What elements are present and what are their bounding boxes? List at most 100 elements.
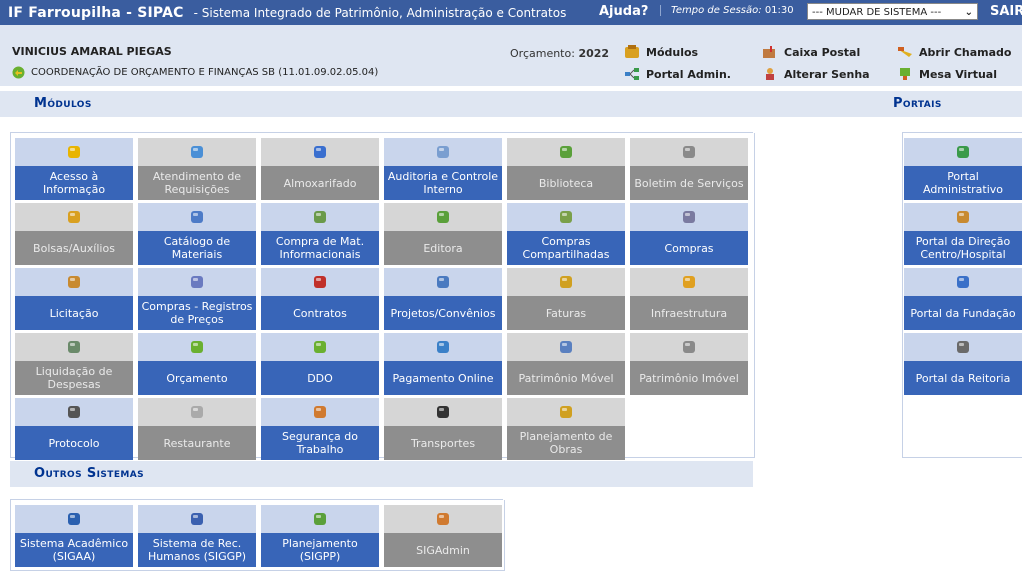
- tile-label: Compras Compartilhadas: [507, 231, 625, 265]
- module-tile[interactable]: Compras Compartilhadas: [507, 203, 625, 265]
- portal-tile[interactable]: Portal Administrativo: [904, 138, 1022, 200]
- module-tile[interactable]: Transportes: [384, 398, 502, 460]
- module-tile[interactable]: Licitação: [15, 268, 133, 330]
- module-tile[interactable]: Acesso à Informação: [15, 138, 133, 200]
- unit-change-icon[interactable]: [12, 66, 25, 79]
- tile-icon-area: [261, 203, 379, 231]
- tile-icon-area: [384, 333, 502, 361]
- quick-link-virtual-desk[interactable]: Mesa Virtual: [897, 67, 997, 81]
- change-system-select[interactable]: --- MUDAR DE SISTEMA --- ⌄: [807, 3, 978, 20]
- tile-icon-area: [138, 138, 256, 166]
- quick-link-label: Abrir Chamado: [919, 45, 1012, 59]
- directors-icon: [954, 208, 972, 226]
- tile-label: Auditoria e Controle Interno: [384, 166, 502, 200]
- module-tile[interactable]: Planejamento de Obras: [507, 398, 625, 460]
- tile-icon-area: [384, 138, 502, 166]
- module-tile[interactable]: Patrimônio Móvel: [507, 333, 625, 395]
- portal-tile[interactable]: Portal da Direção Centro/Hospital: [904, 203, 1022, 265]
- wheel-icon: [434, 403, 452, 421]
- tile-label: Infraestrutura: [630, 296, 748, 330]
- tile-label: Almoxarifado: [261, 166, 379, 200]
- budget-year: Orçamento: 2022: [510, 47, 609, 60]
- module-tile[interactable]: Infraestrutura: [630, 268, 748, 330]
- online-payment-icon: [434, 338, 452, 356]
- globe-icon: [954, 273, 972, 291]
- module-tile[interactable]: Boletim de Serviços: [630, 138, 748, 200]
- module-tile[interactable]: Auditoria e Controle Interno: [384, 138, 502, 200]
- module-tile[interactable]: Patrimônio Imóvel: [630, 333, 748, 395]
- tile-icon-area: [138, 505, 256, 533]
- budget-label: Orçamento:: [510, 47, 575, 60]
- user-name: VINICIUS AMARAL PIEGAS: [12, 45, 172, 58]
- cup-icon: [188, 403, 206, 421]
- module-tile[interactable]: Faturas: [507, 268, 625, 330]
- quick-link-change-password[interactable]: Alterar Senha: [762, 67, 870, 81]
- quick-link-mailbox[interactable]: Caixa Postal: [762, 45, 860, 59]
- tile-icon-area: [138, 333, 256, 361]
- admin-network-icon: [954, 143, 972, 161]
- session-value: 01:30: [764, 5, 794, 16]
- tile-label: Portal da Reitoria: [904, 361, 1022, 395]
- tile-label: Liquidação de Despesas: [15, 361, 133, 395]
- module-tile[interactable]: Protocolo: [15, 398, 133, 460]
- quick-link-modules[interactable]: Módulos: [624, 45, 698, 59]
- tile-label: Bolsas/Auxílios: [15, 231, 133, 265]
- tile-icon-area: [261, 333, 379, 361]
- safety-worker-icon: [311, 403, 329, 421]
- rector-icon: [954, 338, 972, 356]
- contract-pen-icon: [311, 273, 329, 291]
- module-tile[interactable]: Compras: [630, 203, 748, 265]
- module-tile[interactable]: Compras - Registros de Preços: [138, 268, 256, 330]
- tile-label: Patrimônio Imóvel: [630, 361, 748, 395]
- module-tile[interactable]: Pagamento Online: [384, 333, 502, 395]
- module-tile[interactable]: Catálogo de Materiais: [138, 203, 256, 265]
- session-label: Tempo de Sessão:: [671, 5, 762, 16]
- quick-link-label: Módulos: [646, 45, 699, 59]
- wallet-icon: [65, 208, 83, 226]
- tile-icon-area: [15, 203, 133, 231]
- module-tile[interactable]: Bolsas/Auxílios: [15, 203, 133, 265]
- module-tile[interactable]: Compra de Mat. Informacionais: [261, 203, 379, 265]
- portal-tile[interactable]: Portal da Fundação: [904, 268, 1022, 330]
- app-subtitle: - Sistema Integrado de Patrimônio, Admin…: [193, 5, 567, 20]
- module-tile[interactable]: Contratos: [261, 268, 379, 330]
- tile-icon-area: [630, 268, 748, 296]
- auditor-icon: [434, 143, 452, 161]
- tile-icon-area: [904, 333, 1022, 361]
- tile-icon-area: [15, 268, 133, 296]
- logout-link[interactable]: SAIR: [990, 4, 1022, 19]
- module-tile[interactable]: DDO: [261, 333, 379, 395]
- module-tile[interactable]: Atendimento de Requisições: [138, 138, 256, 200]
- invoice-icon: [557, 273, 575, 291]
- other-system-tile[interactable]: Planejamento (SIGPP): [261, 505, 379, 567]
- tile-label: Protocolo: [15, 426, 133, 460]
- portal-tile[interactable]: Portal da Reitoria: [904, 333, 1022, 395]
- module-tile[interactable]: Segurança do Trabalho: [261, 398, 379, 460]
- module-tile[interactable]: Orçamento: [138, 333, 256, 395]
- quick-link-portal-admin[interactable]: Portal Admin.: [624, 67, 731, 81]
- quick-link-open-ticket[interactable]: Abrir Chamado: [897, 45, 1011, 59]
- tile-icon-area: [507, 203, 625, 231]
- module-tile[interactable]: Editora: [384, 203, 502, 265]
- other-system-tile[interactable]: Sistema Acadêmico (SIGAA): [15, 505, 133, 567]
- tile-icon-area: [630, 138, 748, 166]
- price-registry-icon: [188, 273, 206, 291]
- portal-admin-icon: [624, 67, 640, 81]
- other-system-tile[interactable]: Sistema de Rec. Humanos (SIGGP): [138, 505, 256, 567]
- tile-label: Biblioteca: [507, 166, 625, 200]
- budget-icon: [188, 338, 206, 356]
- module-tile[interactable]: Almoxarifado: [261, 138, 379, 200]
- module-tile[interactable]: Liquidação de Despesas: [15, 333, 133, 395]
- module-tile[interactable]: Restaurante: [138, 398, 256, 460]
- tile-label: Portal da Direção Centro/Hospital: [904, 231, 1022, 265]
- mailbox-icon: [762, 45, 778, 59]
- tile-label: Compras - Registros de Preços: [138, 296, 256, 330]
- module-tile[interactable]: Biblioteca: [507, 138, 625, 200]
- computer-purchase-icon: [311, 208, 329, 226]
- tile-icon-area: [15, 505, 133, 533]
- other-system-tile[interactable]: SIGAdmin: [384, 505, 502, 567]
- tile-label: Segurança do Trabalho: [261, 426, 379, 460]
- module-tile[interactable]: Projetos/Convênios: [384, 268, 502, 330]
- tile-icon-area: [507, 268, 625, 296]
- help-link[interactable]: Ajuda?: [599, 4, 648, 19]
